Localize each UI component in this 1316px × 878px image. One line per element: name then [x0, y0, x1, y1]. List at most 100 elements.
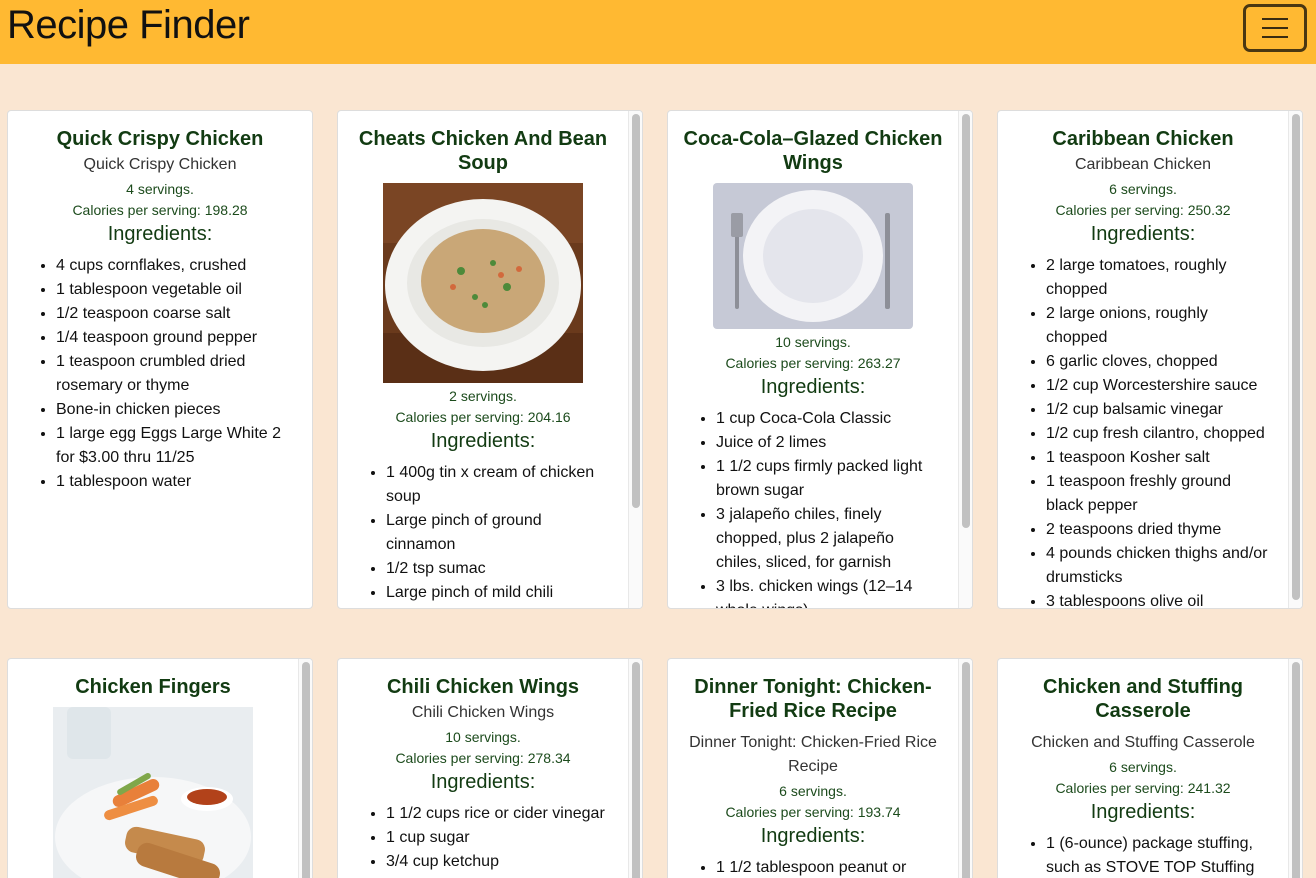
recipe-servings: 6 servings. [779, 783, 847, 799]
ingredients-list: 1 400g tin x cream of chicken soup Large… [338, 461, 628, 608]
ingredients-list: 1 1/2 cups rice or cider vinegar 1 cup s… [338, 802, 628, 874]
scrollbar-thumb[interactable] [1292, 114, 1300, 600]
recipe-card: Dinner Tonight: Chicken-Fried Rice Recip… [667, 658, 973, 878]
recipe-servings: 4 servings. [126, 181, 194, 197]
recipe-image-alt: Chili Chicken Wings [411, 704, 555, 721]
scrollbar-thumb[interactable] [962, 662, 970, 878]
navbar-toggle-button[interactable] [1243, 4, 1307, 52]
plate-photo [713, 183, 913, 329]
recipe-card: Chicken and Stuffing Casserole Chicken a… [997, 658, 1303, 878]
ingredient-item: 1/2 cup balsamic vinegar [1046, 398, 1268, 422]
ingredient-item: 3 tablespoons olive oil [1046, 590, 1268, 608]
card-scrollbar[interactable] [958, 659, 972, 878]
ingredient-item: 1 tablespoon vegetable oil [56, 278, 292, 302]
scrollbar-thumb[interactable] [632, 662, 640, 878]
ingredients-list: 2 large tomatoes, roughly chopped 2 larg… [998, 254, 1288, 608]
ingredient-item: 1 large egg Eggs Large White 2 for $3.00… [56, 422, 292, 470]
ingredients-list: 1 1/2 tablespoon peanut or [668, 856, 958, 878]
scrollbar-thumb[interactable] [962, 114, 970, 528]
recipe-image-alt: Chicken and Stuffing Casserole [1031, 734, 1255, 751]
ingredient-item: 6 garlic cloves, chopped [1046, 350, 1268, 374]
recipe-title: Cheats Chicken And Bean Soup [358, 128, 608, 174]
recipe-servings: 10 servings. [445, 729, 521, 745]
recipe-servings: 2 servings. [449, 388, 517, 404]
recipe-card: Chili Chicken Wings Chili Chicken Wings … [337, 658, 643, 878]
ingredient-item: 1 (6-ounce) package stuffing, such as ST… [1046, 832, 1268, 878]
ingredients-heading: Ingredients: [1090, 223, 1196, 245]
ingredient-item: 2 large tomatoes, roughly chopped [1046, 254, 1268, 302]
recipe-calories: Calories per serving: 193.74 [725, 804, 901, 820]
ingredients-heading: Ingredients: [1090, 801, 1196, 823]
recipe-title: Chicken Fingers [75, 676, 231, 698]
ingredient-item: 2 teaspoons dried thyme [1046, 518, 1268, 542]
recipe-servings: 6 servings. [1109, 759, 1177, 775]
ingredient-item: Bone-in chicken pieces [56, 398, 292, 422]
ingredients-list: 1 (6-ounce) package stuffing, such as ST… [998, 832, 1288, 878]
ingredients-list: 4 cups cornflakes, crushed 1 tablespoon … [8, 254, 312, 494]
ingredient-item: 1 teaspoon Kosher salt [1046, 446, 1268, 470]
card-scrollbar[interactable] [628, 659, 642, 878]
card-scrollbar[interactable] [298, 659, 312, 878]
ingredient-item: 1 400g tin x cream of chicken soup [386, 461, 608, 509]
recipe-card: Caribbean Chicken Caribbean Chicken 6 se… [997, 110, 1303, 609]
ingredients-heading: Ingredients: [760, 376, 866, 398]
recipe-image-alt: Quick Crispy Chicken [83, 156, 237, 173]
recipe-title: Chicken and Stuffing Casserole [1043, 676, 1243, 722]
recipe-calories: Calories per serving: 198.28 [72, 202, 248, 218]
chicken-fingers-photo [53, 707, 253, 878]
navbar: Recipe Finder [0, 0, 1316, 64]
ingredient-item: 1 cup Coca-Cola Classic [716, 407, 938, 431]
hamburger-menu-icon [1262, 18, 1288, 20]
card-scrollbar[interactable] [628, 111, 642, 608]
recipe-image-alt: Dinner Tonight: Chicken-Fried Rice Recip… [689, 734, 937, 775]
ingredient-item: 1/2 tsp sumac [386, 557, 608, 581]
recipe-calories: Calories per serving: 263.27 [725, 355, 901, 371]
recipe-card: Chicken Fingers [7, 658, 313, 878]
ingredient-item: Large pinch of ground cinnamon [386, 509, 608, 557]
scrollbar-thumb[interactable] [1292, 662, 1300, 878]
ingredient-item: 1/2 teaspoon coarse salt [56, 302, 292, 326]
ingredient-item: 1 teaspoon crumbled dried rosemary or th… [56, 350, 292, 398]
recipe-title: Dinner Tonight: Chicken-Fried Rice Recip… [694, 676, 932, 722]
recipe-title: Quick Crispy Chicken [56, 128, 264, 150]
recipe-servings: 10 servings. [775, 334, 851, 350]
recipe-calories: Calories per serving: 250.32 [1055, 202, 1231, 218]
ingredient-item: 3 lbs. chicken wings (12–14 whole wings) [716, 575, 938, 608]
ingredient-item: 3 jalapeño chiles, finely chopped, plus … [716, 503, 938, 575]
ingredient-item: 4 pounds chicken thighs and/or drumstick… [1046, 542, 1268, 590]
ingredient-item: 1/2 cup Worcestershire sauce [1046, 374, 1268, 398]
recipe-title: Coca-Cola–Glazed Chicken Wings [683, 128, 943, 174]
ingredient-item: 1 tablespoon water [56, 470, 292, 494]
ingredient-item: 1/2 cup fresh cilantro, chopped [1046, 422, 1268, 446]
recipe-calories: Calories per serving: 241.32 [1055, 780, 1231, 796]
recipe-image-alt: Caribbean Chicken [1074, 156, 1212, 173]
scrollbar-thumb[interactable] [632, 114, 640, 508]
ingredient-item: 3/4 cup ketchup [386, 850, 608, 874]
ingredient-item: 1 1/2 cups rice or cider vinegar [386, 802, 608, 826]
scrollbar-thumb[interactable] [302, 662, 310, 878]
ingredient-item: 1/4 teaspoon ground pepper [56, 326, 292, 350]
recipe-card: Cheats Chicken And Bean Soup 2 servings.… [337, 110, 643, 609]
ingredient-item: Large pinch of mild chili powder [386, 581, 608, 608]
ingredient-item: Juice of 2 limes [716, 431, 938, 455]
ingredients-heading: Ingredients: [107, 223, 213, 245]
card-scrollbar[interactable] [1288, 111, 1302, 608]
recipe-servings: 6 servings. [1109, 181, 1177, 197]
ingredient-item: 1 1/2 tablespoon peanut or [716, 856, 938, 878]
card-scrollbar[interactable] [958, 111, 972, 608]
recipe-calories: Calories per serving: 204.16 [395, 409, 571, 425]
brand-title[interactable]: Recipe Finder [7, 3, 250, 48]
card-scrollbar[interactable] [1288, 659, 1302, 878]
recipe-calories: Calories per serving: 278.34 [395, 750, 571, 766]
recipe-title: Chili Chicken Wings [386, 676, 580, 698]
ingredient-item: 4 cups cornflakes, crushed [56, 254, 292, 278]
recipe-card: Coca-Cola–Glazed Chicken Wings 10 servin… [667, 110, 973, 609]
ingredients-heading: Ingredients: [430, 430, 536, 452]
ingredient-item: 1 1/2 cups firmly packed light brown sug… [716, 455, 938, 503]
ingredient-item: 2 large onions, roughly chopped [1046, 302, 1268, 350]
recipe-card: Quick Crispy Chicken Quick Crispy Chicke… [7, 110, 313, 609]
recipe-title: Caribbean Chicken [1052, 128, 1234, 150]
ingredient-item: 1 teaspoon freshly ground black pepper [1046, 470, 1268, 518]
soup-photo [383, 183, 583, 383]
ingredients-heading: Ingredients: [760, 825, 866, 847]
